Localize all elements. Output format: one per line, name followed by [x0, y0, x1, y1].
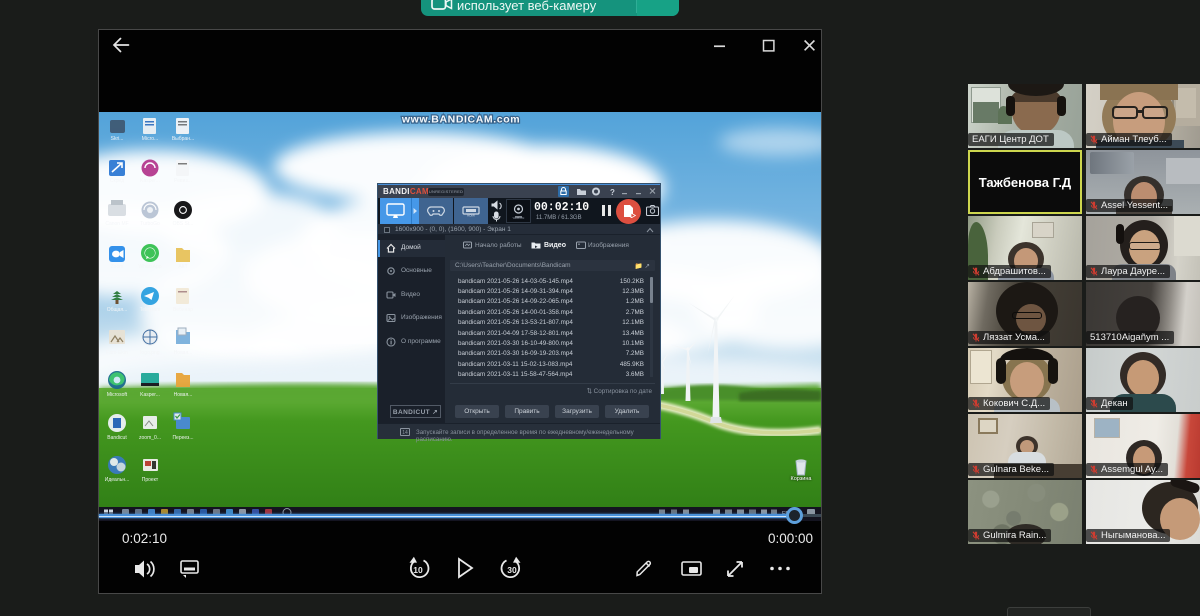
svg-text:Canon MF: Canon MF: [105, 221, 128, 227]
svg-text:Kasper...: Kasper...: [140, 392, 160, 398]
svg-text:Kasper...: Kasper...: [140, 178, 160, 184]
svg-text:Ревиз...: Ревиз...: [174, 178, 192, 184]
svg-text:Bandicut: Bandicut: [107, 435, 127, 441]
svg-text:Проект: Проект: [142, 477, 159, 483]
svg-text:www.BANDICAM.com: www.BANDICAM.com: [401, 114, 520, 126]
svg-text:АКТ: АКТ: [178, 264, 187, 270]
svg-text:Telegram: Telegram: [140, 307, 161, 313]
svg-text:Новая...: Новая...: [174, 392, 193, 398]
svg-text:Вебинар: Вебинар: [173, 307, 193, 313]
svg-text:HDMI: HDMI: [467, 214, 475, 217]
svg-text:Скрид: Скрид: [110, 178, 124, 184]
svg-text:WhatsApp: WhatsApp: [138, 264, 161, 270]
svg-text:Microsoft: Microsoft: [107, 392, 128, 398]
svg-text:Переез...: Переез...: [172, 435, 193, 441]
svg-text:30: 30: [507, 565, 517, 575]
svg-text:?: ?: [610, 188, 615, 197]
svg-text:Новая...: Новая...: [174, 350, 193, 356]
svg-text:Micro...: Micro...: [142, 136, 158, 142]
svg-text:Faro Ekin: Faro Ekin: [106, 350, 128, 356]
svg-text:Zoom: Zoom: [111, 264, 124, 270]
svg-text:Skri...: Skri...: [111, 136, 124, 142]
svg-text:TurboGo: TurboGo: [140, 221, 160, 227]
svg-text:Идеальн...: Идеальн...: [105, 477, 130, 483]
svg-text:OBS St...: OBS St...: [173, 221, 194, 227]
svg-text:WEBCAM: WEBCAM: [513, 216, 525, 219]
svg-text:zoom_0...: zoom_0...: [139, 435, 161, 441]
svg-text:logo.png: logo.png: [140, 350, 159, 356]
svg-text:10: 10: [413, 565, 423, 575]
svg-text:Общая...: Общая...: [107, 307, 128, 313]
svg-text:Выбран...: Выбран...: [172, 136, 194, 142]
